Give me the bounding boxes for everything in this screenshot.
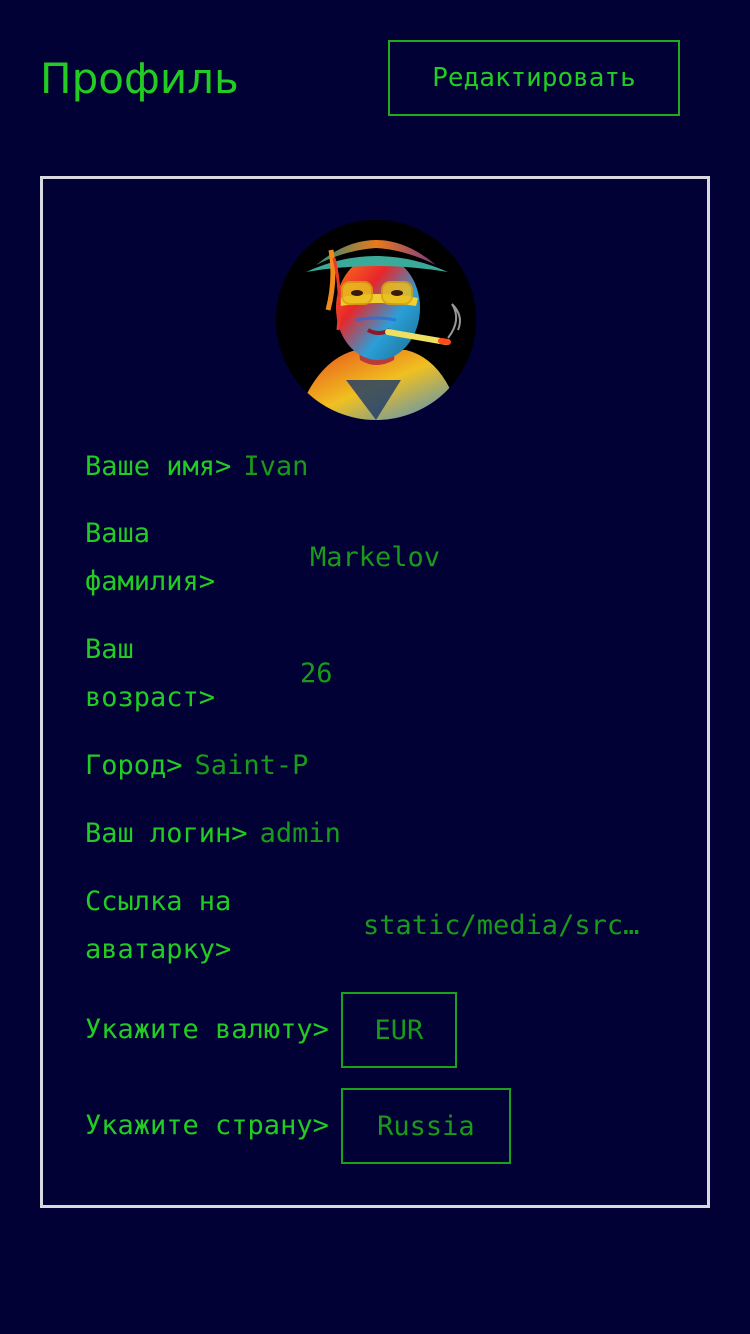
city-value: Saint-P [194,750,309,781]
name-value: Ivan [243,451,309,482]
city-label: Город> [85,750,183,781]
login-label: Ваш логин> [85,818,248,849]
name-row: Ваше имя> Ivan [85,443,308,491]
profile-card: Ваше имя> Ivan Ваша фамилия> Markelov Ва… [40,176,710,1208]
age-row: Ваш возраст> 26 [85,626,333,722]
currency-row: Укажите валюту> EUR [85,992,457,1068]
edit-button[interactable]: Редактировать [388,40,680,116]
country-row: Укажите страну> Russia [85,1088,511,1164]
login-row: Ваш логин> admin [85,810,341,858]
name-label: Ваше имя> [85,451,232,482]
surname-row: Ваша фамилия> Markelov [85,510,440,606]
age-value: 26 [300,658,333,689]
surname-value: Markelov [310,542,441,573]
surname-label: Ваша фамилия> [85,518,216,597]
avatar-portrait-image [276,220,476,420]
country-select[interactable]: Russia [340,1088,511,1164]
age-label: Ваш возраст> [85,634,216,713]
header: Профиль Редактировать [0,0,750,160]
page-title: Профиль [40,54,239,103]
currency-label: Укажите валюту> [85,1014,329,1045]
avatar [276,220,476,420]
avatar-link-label: Ссылка на аватарку> [85,886,232,965]
avatar-link-row: Ссылка на аватарку> static/media/src… [85,878,639,974]
country-label: Укажите страну> [85,1110,329,1141]
avatar-link-value: static/media/src… [363,910,640,941]
city-row: Город> Saint-P [85,742,308,790]
login-value: admin [259,818,341,849]
currency-select[interactable]: EUR [340,992,457,1068]
